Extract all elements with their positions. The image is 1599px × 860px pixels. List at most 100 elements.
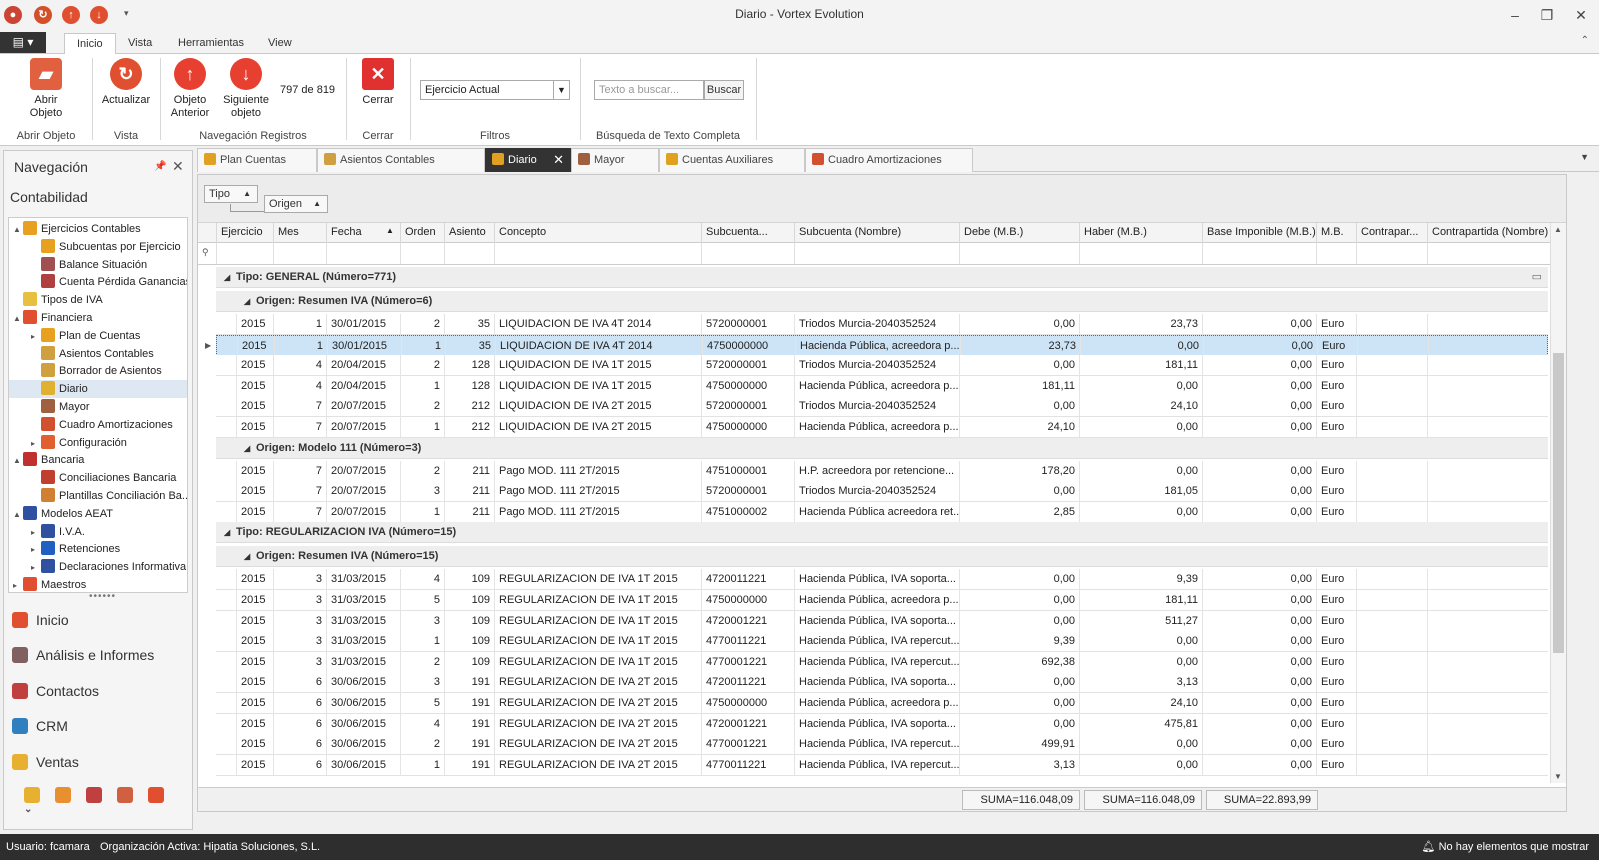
collapse-icon[interactable]: ◢ <box>224 267 236 288</box>
doc-tab-diario[interactable]: Diario ✕ <box>485 148 571 172</box>
abrir-objeto-button[interactable]: ▰ Abrir Objeto <box>18 58 74 120</box>
filter-cell[interactable] <box>216 243 273 264</box>
vertical-scrollbar[interactable]: ▲ ▼ <box>1550 223 1566 783</box>
column-header[interactable]: Debe (M.B.) <box>959 223 1079 243</box>
tree-item[interactable]: ▸ Configuración <box>9 434 187 452</box>
group-row[interactable]: ◢ Tipo: GENERAL (Número=771) ▭ <box>216 267 1548 288</box>
group-row[interactable]: ◢ Origen: Modelo 111 (Número=3) <box>216 437 1548 459</box>
scroll-thumb[interactable] <box>1553 353 1564 653</box>
filter-cell[interactable] <box>794 243 959 264</box>
search-button[interactable]: Buscar <box>704 80 744 100</box>
table-row[interactable]: 2015 4 20/04/2015 1 128 LIQUIDACION DE IVA 1T… <box>216 375 1548 397</box>
table-row[interactable]: 2015 3 31/03/2015 4 109 REGULARIZACION DE IVA… <box>216 569 1548 591</box>
filter-cell[interactable] <box>273 243 326 264</box>
filter-cell[interactable] <box>1356 243 1427 264</box>
tree-item[interactable]: Balance Situación <box>9 256 187 274</box>
file-menu-button[interactable]: ▤ ▾ <box>0 32 46 53</box>
table-row[interactable]: 2015 1 30/01/2015 2 35 LIQUIDACION DE IVA 4T … <box>216 314 1548 335</box>
filter-cell[interactable] <box>326 243 400 264</box>
filter-cell[interactable] <box>701 243 794 264</box>
search-input[interactable]: Texto a buscar... <box>594 80 704 100</box>
collapse-ribbon-icon[interactable]: ⌃ <box>1581 35 1589 46</box>
table-row[interactable]: 2015 6 30/06/2015 2 191 REGULARIZACION DE IVA… <box>216 734 1548 756</box>
tree-item[interactable]: ▸ Declaraciones Informativa <box>9 558 187 576</box>
table-row[interactable]: 2015 3 31/03/2015 1 109 REGULARIZACION DE IVA… <box>216 631 1548 653</box>
filtro-select[interactable]: Ejercicio Actual ▼ <box>420 80 570 100</box>
filter-cell[interactable] <box>1316 243 1356 264</box>
scroll-up-icon[interactable]: ▲ <box>1554 225 1562 234</box>
doc-tab-mayor[interactable]: Mayor <box>571 148 659 172</box>
filter-cell[interactable] <box>400 243 444 264</box>
column-header[interactable]: Ejercicio <box>216 223 273 243</box>
column-header[interactable]: Base Imponible (M.B.) <box>1202 223 1316 243</box>
column-header[interactable]: Haber (M.B.) <box>1079 223 1202 243</box>
tree-item[interactable]: Subcuentas por Ejercicio <box>9 238 187 256</box>
table-row[interactable]: 2015 3 31/03/2015 2 109 REGULARIZACION DE IVA… <box>216 651 1548 673</box>
tree-item[interactable]: Cuadro Amortizaciones <box>9 416 187 434</box>
table-row[interactable]: 2015 6 30/06/2015 5 191 REGULARIZACION DE IVA… <box>216 693 1548 714</box>
tree-item[interactable]: Tipos de IVA <box>9 291 187 309</box>
table-row[interactable]: 2015 7 20/07/2015 2 211 Pago MOD. 111 2T/2015… <box>216 460 1548 482</box>
filter-cell[interactable] <box>959 243 1079 264</box>
scroll-down-icon[interactable]: ▼ <box>1554 772 1562 781</box>
expand-icon[interactable]: ▸ <box>31 541 41 559</box>
tree-item[interactable]: Diario <box>9 380 187 399</box>
notifications-status[interactable]: 🔔︎ No hay elementos que mostrar <box>1422 834 1589 860</box>
column-header[interactable]: Mes <box>273 223 326 243</box>
column-header[interactable]: Contrapar... <box>1356 223 1427 243</box>
filter-cell[interactable] <box>1427 243 1548 264</box>
nav-group-item[interactable]: Contactos <box>12 676 188 706</box>
tree-item[interactable]: Conciliaciones Bancaria <box>9 469 187 487</box>
expand-icon[interactable]: ▸ <box>13 577 23 592</box>
objeto-anterior-button[interactable]: ↑ Objeto Anterior <box>164 58 216 120</box>
print-icon[interactable]: ▭ <box>1532 267 1542 288</box>
group-row[interactable]: ◢ Origen: Resumen IVA (Número=6) <box>216 291 1548 312</box>
expand-icon[interactable]: ▸ <box>31 435 41 453</box>
column-header[interactable]: Subcuenta (Nombre) <box>794 223 959 243</box>
table-row[interactable]: 2015 7 20/07/2015 2 212 LIQUIDACION DE IVA 2T… <box>216 396 1548 418</box>
tree-item[interactable]: ▸ I.V.A. <box>9 523 187 541</box>
expand-icon[interactable]: ▲ <box>13 310 23 328</box>
column-header[interactable]: Asiento <box>444 223 494 243</box>
tree-item[interactable]: ▲ Bancaria <box>9 451 187 469</box>
close-tab-icon[interactable]: ✕ <box>553 149 564 171</box>
nav-group-item[interactable]: Análisis e Informes <box>12 640 188 670</box>
column-header[interactable]: M.B. <box>1316 223 1356 243</box>
tree-item[interactable]: ▸ Retenciones <box>9 540 187 558</box>
chevron-down-icon[interactable]: ⌄ <box>24 804 32 815</box>
group-chip-tipo[interactable]: Tipo ▲ <box>204 185 258 203</box>
tree-item[interactable]: ▲ Financiera <box>9 309 187 327</box>
column-header[interactable]: Subcuenta... <box>701 223 794 243</box>
tree-item[interactable]: Asientos Contables <box>9 345 187 363</box>
table-row[interactable]: 2015 6 30/06/2015 1 191 REGULARIZACION DE IVA… <box>216 754 1548 776</box>
tree-item[interactable]: Borrador de Asientos <box>9 362 187 380</box>
table-row[interactable]: 2015 7 20/07/2015 3 211 Pago MOD. 111 2T/2015… <box>216 481 1548 503</box>
table-row[interactable]: 2015 7 20/07/2015 1 211 Pago MOD. 111 2T/2015… <box>216 501 1548 523</box>
restore-button[interactable]: ❐ <box>1532 4 1562 26</box>
tab-view[interactable]: View <box>256 33 304 54</box>
filter-cell[interactable] <box>1202 243 1316 264</box>
group-chip-origen[interactable]: Origen ▲ <box>264 195 328 213</box>
chevron-down-icon[interactable]: ▼ <box>553 81 569 99</box>
table-row[interactable]: 2015 3 31/03/2015 5 109 REGULARIZACION DE IVA… <box>216 590 1548 611</box>
actualizar-button[interactable]: ↻ Actualizar <box>98 58 154 107</box>
tab-list-chevron-icon[interactable]: ▼ <box>1580 152 1589 162</box>
table-row[interactable]: 2015 7 20/07/2015 1 212 LIQUIDACION DE IVA 2T… <box>216 417 1548 438</box>
auto-filter-row[interactable]: ⚲ <box>198 243 1566 265</box>
tab-inicio[interactable]: Inicio <box>64 33 116 55</box>
tree-item[interactable]: Mayor <box>9 398 187 416</box>
close-icon[interactable]: ✕ <box>172 158 184 175</box>
filter-cell[interactable] <box>444 243 494 264</box>
cerrar-button[interactable]: ✕ Cerrar <box>356 58 400 107</box>
table-row[interactable]: 2015 1 30/01/2015 1 35 LIQUIDACION DE IVA 4T … <box>205 334 1548 356</box>
table-row[interactable]: 2015 6 30/06/2015 4 191 REGULARIZACION DE IVA… <box>216 713 1548 735</box>
filter-cell[interactable] <box>494 243 701 264</box>
tree-item[interactable]: ▲ Modelos AEAT <box>9 505 187 523</box>
group-row[interactable]: ◢ Origen: Resumen IVA (Número=15) <box>216 546 1548 568</box>
tree-item[interactable]: ▲ Ejercicios Contables <box>9 220 187 238</box>
settings-icon[interactable] <box>117 787 134 803</box>
table-row[interactable]: 2015 4 20/04/2015 2 128 LIQUIDACION DE IVA 1T… <box>216 355 1548 377</box>
printer-icon[interactable] <box>86 787 103 803</box>
column-header[interactable]: Contrapartida (Nombre) <box>1427 223 1548 243</box>
minimize-button[interactable]: – <box>1500 4 1530 26</box>
